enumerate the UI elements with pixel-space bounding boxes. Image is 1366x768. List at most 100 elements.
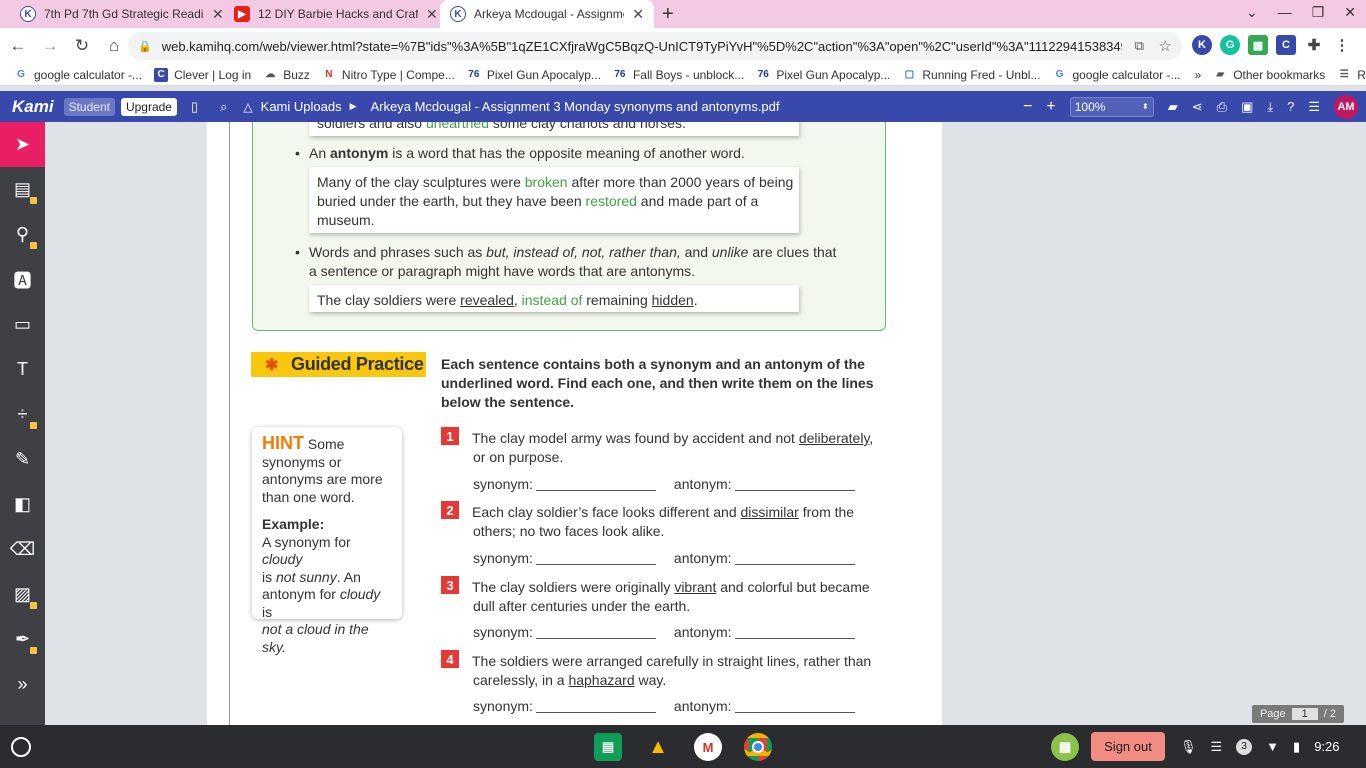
shapes-tool-icon[interactable]: ◧ [0,482,45,527]
hint-example-label: Example: [262,516,325,532]
avatar[interactable]: AM [1334,94,1358,119]
close-icon[interactable]: ✕ [212,6,224,23]
notification-count[interactable]: 3 [1236,738,1253,755]
home-icon[interactable]: ⌂ [100,36,128,56]
zoom-in-icon[interactable]: + [1046,98,1055,116]
tab-label: 12 DIY Barbie Hacks and Crafts / [258,7,418,21]
eraser-tool-icon[interactable]: ⌫ [0,527,45,572]
new-tab-icon[interactable]: + [662,3,674,26]
close-icon[interactable]: ✕ [632,6,644,23]
bookmark-google-calculator[interactable]: Ggoogle calculator -... [14,68,142,82]
sheets-extension-icon[interactable]: ▦ [1248,35,1268,55]
markup-tool-icon[interactable]: 🅰 [0,257,45,302]
synonym-blank[interactable] [535,624,656,639]
page-number-input[interactable]: 1 [1291,708,1318,720]
address-bar[interactable]: 🔒 web.kamihq.com/web/viewer.html?state=%… [128,32,1182,60]
select-tool-icon[interactable]: ➤ [0,122,45,167]
google-classroom-icon[interactable]: ▤ [594,733,622,761]
bookmark-clever[interactable]: C Clever | Log in [154,67,251,82]
bookmark-buzz[interactable]: ☁ Buzz [263,68,310,82]
bookmark-pixel-gun-1[interactable]: 76 Pixel Gun Apocalyp... [467,68,601,82]
synonym-blank[interactable] [535,550,656,565]
launcher-icon[interactable] [11,737,31,757]
forward-icon[interactable]: → [36,36,64,56]
save-icon[interactable]: ▣ [1241,99,1253,115]
dictionary-tool-icon[interactable]: ▤ [0,167,45,212]
antonym-blank[interactable] [734,476,855,491]
tab-strip: K 7th Pd 7th Gd Strategic Reading ✕ ▶ 12… [0,0,1366,28]
sign-out-button[interactable]: Sign out [1091,732,1165,761]
open-external-icon[interactable]: ⧉ [1135,38,1144,54]
antonym-blank[interactable] [734,550,855,565]
user-avatar-icon[interactable]: ▦ [1051,733,1079,761]
bookmark-star-icon[interactable]: ☆ [1159,37,1172,55]
zoom-select[interactable]: 100% ⬍ [1069,96,1154,117]
restore-icon[interactable]: ❐ [1312,4,1325,21]
tab-strategic-reading[interactable]: K 7th Pd 7th Gd Strategic Reading ✕ [10,0,234,28]
tab-kami-assignment[interactable]: K Arkeya Mcdougal - Assignment ✕ [440,0,654,28]
kami-extension-icon[interactable]: K [1192,35,1212,55]
reading-list[interactable]: ☰Reading list [1337,68,1366,82]
bookmarks-overflow[interactable]: » [1195,68,1202,82]
chrome-icon[interactable] [744,733,772,761]
lock-icon[interactable]: 🔒 [138,40,152,53]
help-icon[interactable]: ? [1287,99,1294,114]
print-icon[interactable]: ⎙ [1217,99,1227,115]
comment-tool-icon[interactable]: ▭ [0,302,45,347]
drawing-tool-icon[interactable]: ✎ [0,437,45,482]
menu-kebab-icon[interactable]: ⋮ [1332,35,1352,55]
gmail-icon[interactable]: M [694,733,722,761]
signature-tool-icon[interactable]: ✒ [0,617,45,662]
other-bookmarks[interactable]: ▰ Other bookmarks [1213,68,1325,82]
image-tool-icon[interactable]: ▨ [0,572,45,617]
bookmark-pixel-gun-2[interactable]: 76 Pixel Gun Apocalyp... [756,68,891,82]
document-viewer[interactable]: soldiers and also unearthed some clay ch… [45,122,1366,725]
hamburger-menu-icon[interactable]: ☰ [1308,99,1320,115]
search-icon[interactable]: ⌕ [220,99,227,115]
back-icon[interactable]: ← [4,36,32,56]
extensions-puzzle-icon[interactable]: ✚ [1304,35,1324,55]
antonym-blank[interactable] [734,698,855,713]
bookmark-fall-boys[interactable]: 76 Fall Boys - unblock... [613,68,744,82]
breadcrumb-folder[interactable]: Kami Uploads [261,99,342,114]
close-window-icon[interactable]: ✕ [1344,4,1356,21]
upgrade-button[interactable]: Upgrade [120,97,177,116]
clever-extension-icon[interactable]: C [1276,35,1296,55]
tote-icon[interactable]: ☰ [1211,739,1223,755]
answer-row-4: synonym: antonym: [473,698,855,714]
synonym-blank[interactable] [535,476,656,491]
kami-header-actions: − + 100% ⬍ ▰ ⋖ ⎙ ▣ ⤓ ? ☰ AM [1023,91,1358,122]
kami-logo[interactable]: Kami [12,97,54,117]
bookmark-nitro-type[interactable]: N Nitro Type | Compe... [322,68,455,82]
expand-toolbar-icon[interactable]: » [0,662,45,707]
read-aloud-tool-icon[interactable]: ⚲ [0,212,45,257]
system-tray[interactable]: 🎙 ☰ 3 ▼ ▮ 9:26 [1180,725,1340,768]
text-tool-icon[interactable]: T [0,347,45,392]
tab-search-icon[interactable]: ⌄ [1246,4,1258,21]
antonym-definition: An antonym is a word that has the opposi… [309,145,745,161]
answer-row-1: synonym: antonym: [473,476,855,492]
synonym-blank[interactable] [535,698,656,713]
instructions-line-3: below the sentence. [441,394,575,410]
site-76-icon: 76 [757,69,769,80]
share-icon[interactable]: ⋖ [1192,99,1203,115]
clock[interactable]: 9:26 [1314,739,1339,754]
page-icon: ▢ [904,69,915,80]
close-icon[interactable]: ✕ [426,6,438,23]
window-controls: ⌄ — ❐ ✕ [1246,4,1356,21]
google-drive-icon[interactable]: ▲ [644,733,672,761]
tab-barbie-hacks[interactable]: ▶ 12 DIY Barbie Hacks and Crafts / ✕ [224,0,448,28]
minimize-icon[interactable]: — [1278,4,1292,21]
zoom-out-icon[interactable]: − [1023,98,1032,116]
open-folder-icon[interactable]: ▰ [1168,99,1178,115]
grammarly-extension-icon[interactable]: G [1220,35,1240,55]
bookmark-google-calculator-2[interactable]: Ggoogle calculator -... [1052,68,1181,82]
bookmark-running-fred[interactable]: ▢ Running Fred - Unbl... [902,68,1041,82]
download-icon[interactable]: ⤓ [1267,99,1273,115]
reload-icon[interactable]: ↻ [68,36,96,56]
antonym-blank[interactable] [734,624,855,639]
sidebar-toggle-icon[interactable]: ▯ [191,99,198,115]
equation-tool-icon[interactable]: ÷ [0,392,45,437]
microphone-icon[interactable]: 🎙 [1180,739,1197,755]
instructions-line-1: Each sentence contains both a synonym an… [441,356,865,372]
